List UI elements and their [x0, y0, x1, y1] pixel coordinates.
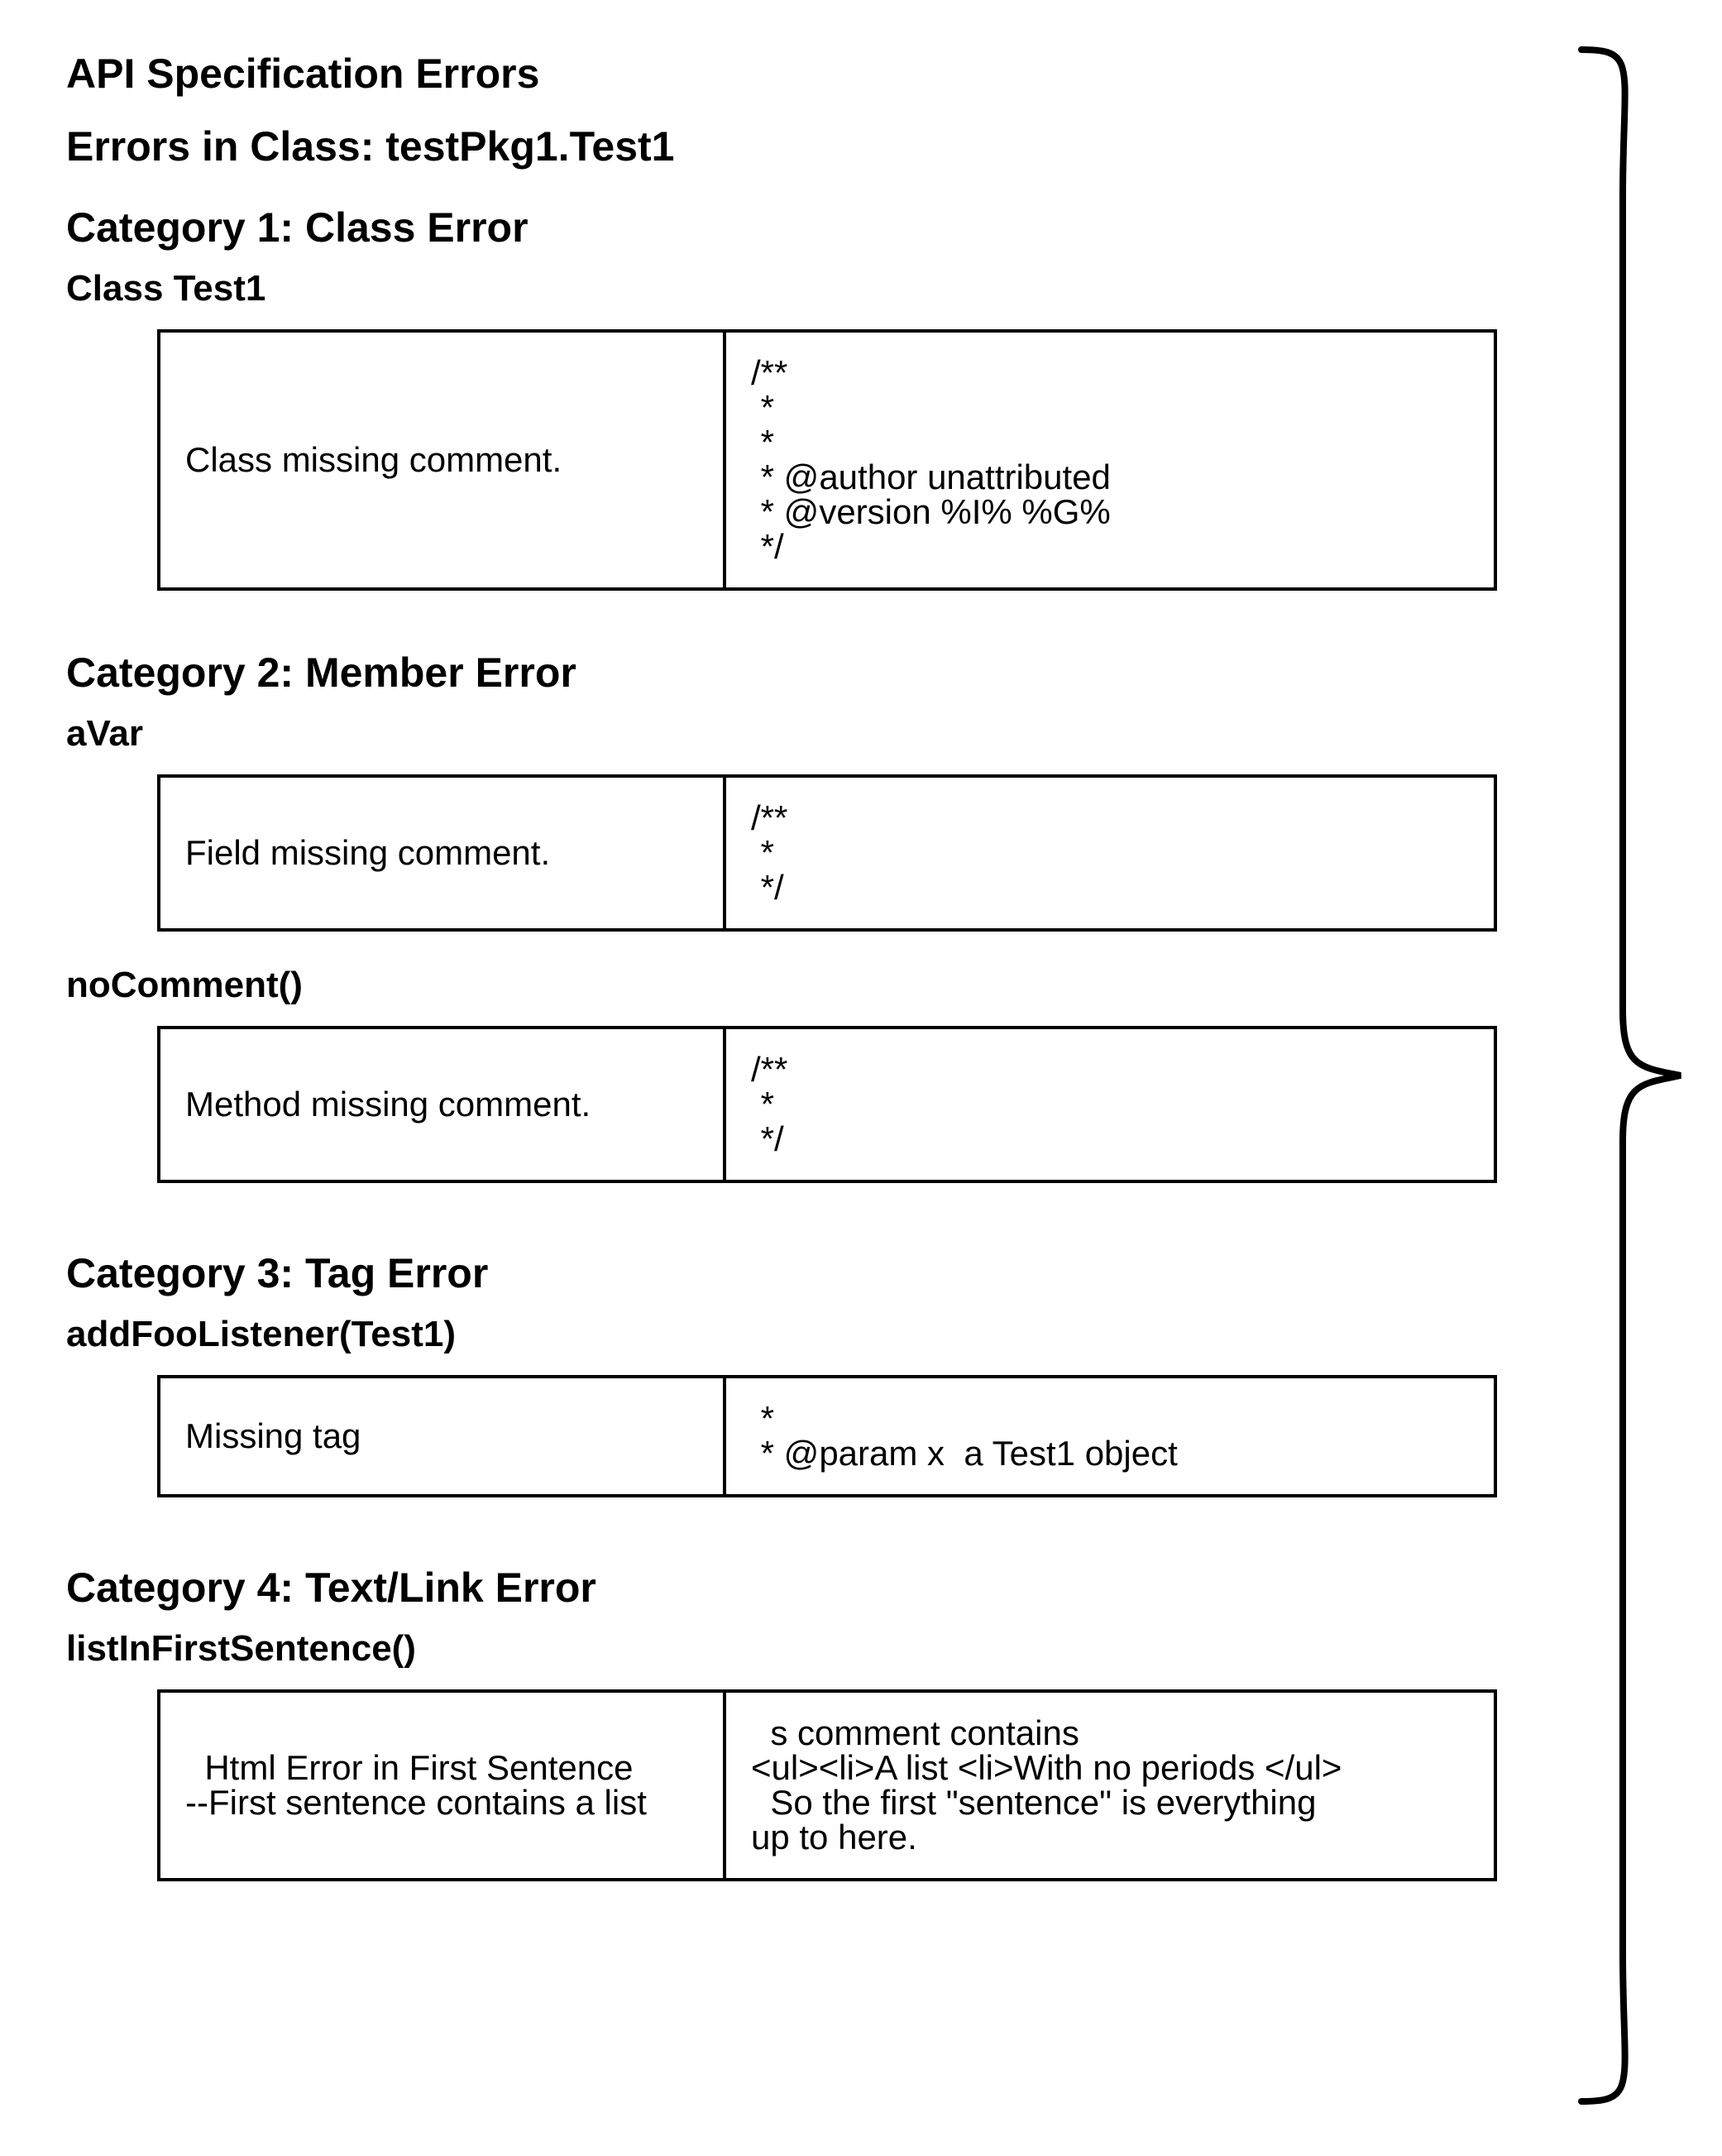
document-content: API Specification Errors Errors in Class… [66, 33, 1522, 1890]
error-description: Method missing comment. [159, 1028, 725, 1181]
category-4-heading: Category 4: Text/Link Error [66, 1564, 1522, 1612]
error-description: Html Error in First Sentence --First sen… [159, 1691, 725, 1880]
table-row: Missing tag * * @param x a Test1 object [159, 1377, 1495, 1496]
category-2-heading: Category 2: Member Error [66, 649, 1522, 697]
category-1-heading: Category 1: Class Error [66, 204, 1522, 252]
table-row: Field missing comment. /** * */ [159, 776, 1495, 930]
category-2-item-b-heading: noComment() [66, 965, 1522, 1006]
category-2-item-a-heading: aVar [66, 713, 1522, 755]
category-1-table: Class missing comment. /** * * * @author… [157, 329, 1497, 591]
category-2-table-a: Field missing comment. /** * */ [157, 774, 1497, 932]
category-3-heading: Category 3: Tag Error [66, 1249, 1522, 1297]
category-2-table-b: Method missing comment. /** * */ [157, 1026, 1497, 1183]
category-3-table: Missing tag * * @param x a Test1 object [157, 1375, 1497, 1497]
error-code: /** * * * @author unattributed * @versio… [725, 331, 1495, 589]
category-4-item-heading: listInFirstSentence() [66, 1628, 1522, 1670]
curly-brace-icon [1565, 33, 1697, 2118]
error-description: Field missing comment. [159, 776, 725, 930]
error-code: /** * */ [725, 776, 1495, 930]
page-title: API Specification Errors [66, 50, 1522, 98]
error-code: * * @param x a Test1 object [725, 1377, 1495, 1496]
table-row: Class missing comment. /** * * * @author… [159, 331, 1495, 589]
errors-in-class-heading: Errors in Class: testPkg1.Test1 [66, 122, 1522, 170]
table-row: Html Error in First Sentence --First sen… [159, 1691, 1495, 1880]
category-1-item-heading: Class Test1 [66, 268, 1522, 309]
table-row: Method missing comment. /** * */ [159, 1028, 1495, 1181]
error-code: s comment contains <ul><li>A list <li>Wi… [725, 1691, 1495, 1880]
category-4-table: Html Error in First Sentence --First sen… [157, 1689, 1497, 1881]
error-code: /** * */ [725, 1028, 1495, 1181]
error-description: Class missing comment. [159, 331, 725, 589]
category-3-item-heading: addFooListener(Test1) [66, 1314, 1522, 1355]
error-description: Missing tag [159, 1377, 725, 1496]
